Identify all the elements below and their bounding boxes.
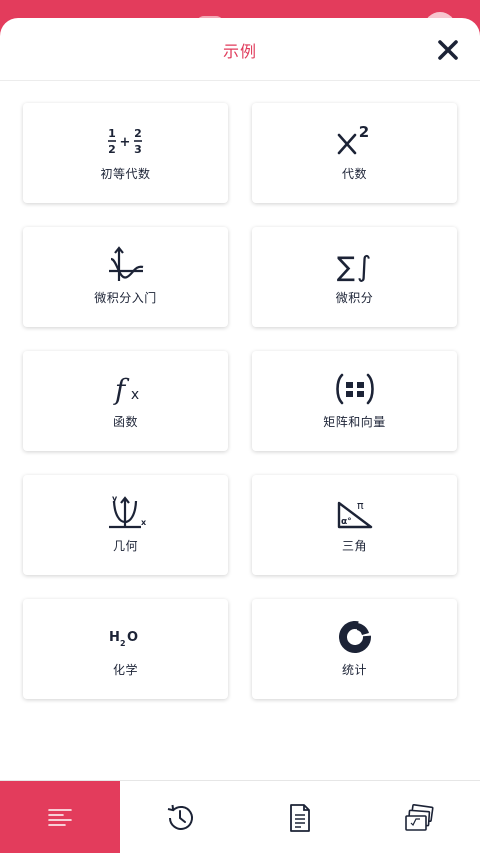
category-label: 初等代数	[100, 167, 151, 181]
precalc-graph-icon	[108, 246, 143, 281]
category-card-elementary-algebra[interactable]: 1 2 + 2 3 初等代数	[23, 103, 228, 203]
category-card-functions[interactable]: f x 函数	[23, 351, 228, 451]
category-card-precalculus[interactable]: 微积分入门	[23, 227, 228, 327]
svg-text:x: x	[130, 387, 138, 403]
document-icon	[290, 803, 310, 832]
category-label: 三角	[341, 539, 367, 553]
page-title: 示例	[222, 42, 257, 61]
svg-text:2: 2	[108, 143, 116, 156]
function-icon: f x	[112, 373, 138, 406]
sum-integral-icon: ∑ ∫	[336, 250, 371, 283]
svg-text:1: 1	[108, 127, 116, 140]
svg-text:3: 3	[134, 143, 142, 156]
close-icon	[438, 40, 458, 60]
category-label: 几何	[112, 539, 138, 553]
list-icon	[48, 808, 72, 826]
category-label: 微积分	[335, 291, 374, 305]
category-card-matrices[interactable]: 矩阵和向量	[252, 351, 457, 451]
flashcards-icon	[405, 803, 434, 831]
svg-text:α°: α°	[341, 517, 352, 527]
category-label: 微积分入门	[94, 291, 157, 305]
svg-text:O: O	[127, 630, 138, 645]
history-icon	[167, 804, 193, 830]
category-label: 函数	[112, 415, 138, 429]
x-squared-icon: 2	[337, 123, 369, 155]
category-card-trigonometry[interactable]: π α° 三角	[252, 475, 457, 575]
h2o-icon: H 2 O	[109, 630, 138, 648]
svg-text:H: H	[109, 630, 120, 645]
examples-sheet: 示例 1 2 + 2 3 初等代数 2 代数 微积分入门 ∑ ∫ 微积分 f x…	[0, 18, 480, 780]
svg-text:y: y	[112, 494, 118, 503]
svg-text:∑: ∑	[336, 252, 354, 283]
svg-text:π: π	[357, 499, 364, 512]
matrix-icon	[335, 373, 374, 405]
close-button[interactable]	[436, 38, 460, 62]
donut-chart-icon	[338, 621, 371, 653]
parabola-axes-icon: y x	[108, 494, 147, 529]
category-card-statistics[interactable]: 统计	[252, 599, 457, 699]
svg-text:x: x	[141, 518, 147, 527]
category-card-chemistry[interactable]: H 2 O 化学	[23, 599, 228, 699]
category-label: 统计	[341, 663, 367, 677]
nav-cards[interactable]	[360, 781, 480, 853]
nav-notes[interactable]	[240, 781, 360, 853]
nav-history[interactable]	[120, 781, 240, 853]
nav-examples[interactable]	[0, 781, 120, 853]
svg-text:f: f	[112, 373, 129, 406]
svg-text:2: 2	[134, 127, 142, 140]
sheet-header: 示例	[0, 18, 480, 81]
category-label: 化学	[112, 663, 138, 677]
fraction-icon: 1 2 + 2 3	[107, 127, 142, 156]
svg-text:+: +	[119, 135, 130, 150]
category-label: 矩阵和向量	[323, 415, 386, 429]
svg-text:2: 2	[120, 639, 126, 648]
bottom-nav	[0, 780, 480, 853]
category-card-geometry[interactable]: y x 几何	[23, 475, 228, 575]
category-label: 代数	[341, 167, 367, 181]
category-card-algebra[interactable]: 2 代数	[252, 103, 457, 203]
svg-text:∫: ∫	[356, 250, 371, 283]
triangle-angle-icon: π α°	[337, 499, 372, 529]
svg-text:2: 2	[358, 123, 368, 141]
category-card-calculus[interactable]: ∑ ∫ 微积分	[252, 227, 457, 327]
